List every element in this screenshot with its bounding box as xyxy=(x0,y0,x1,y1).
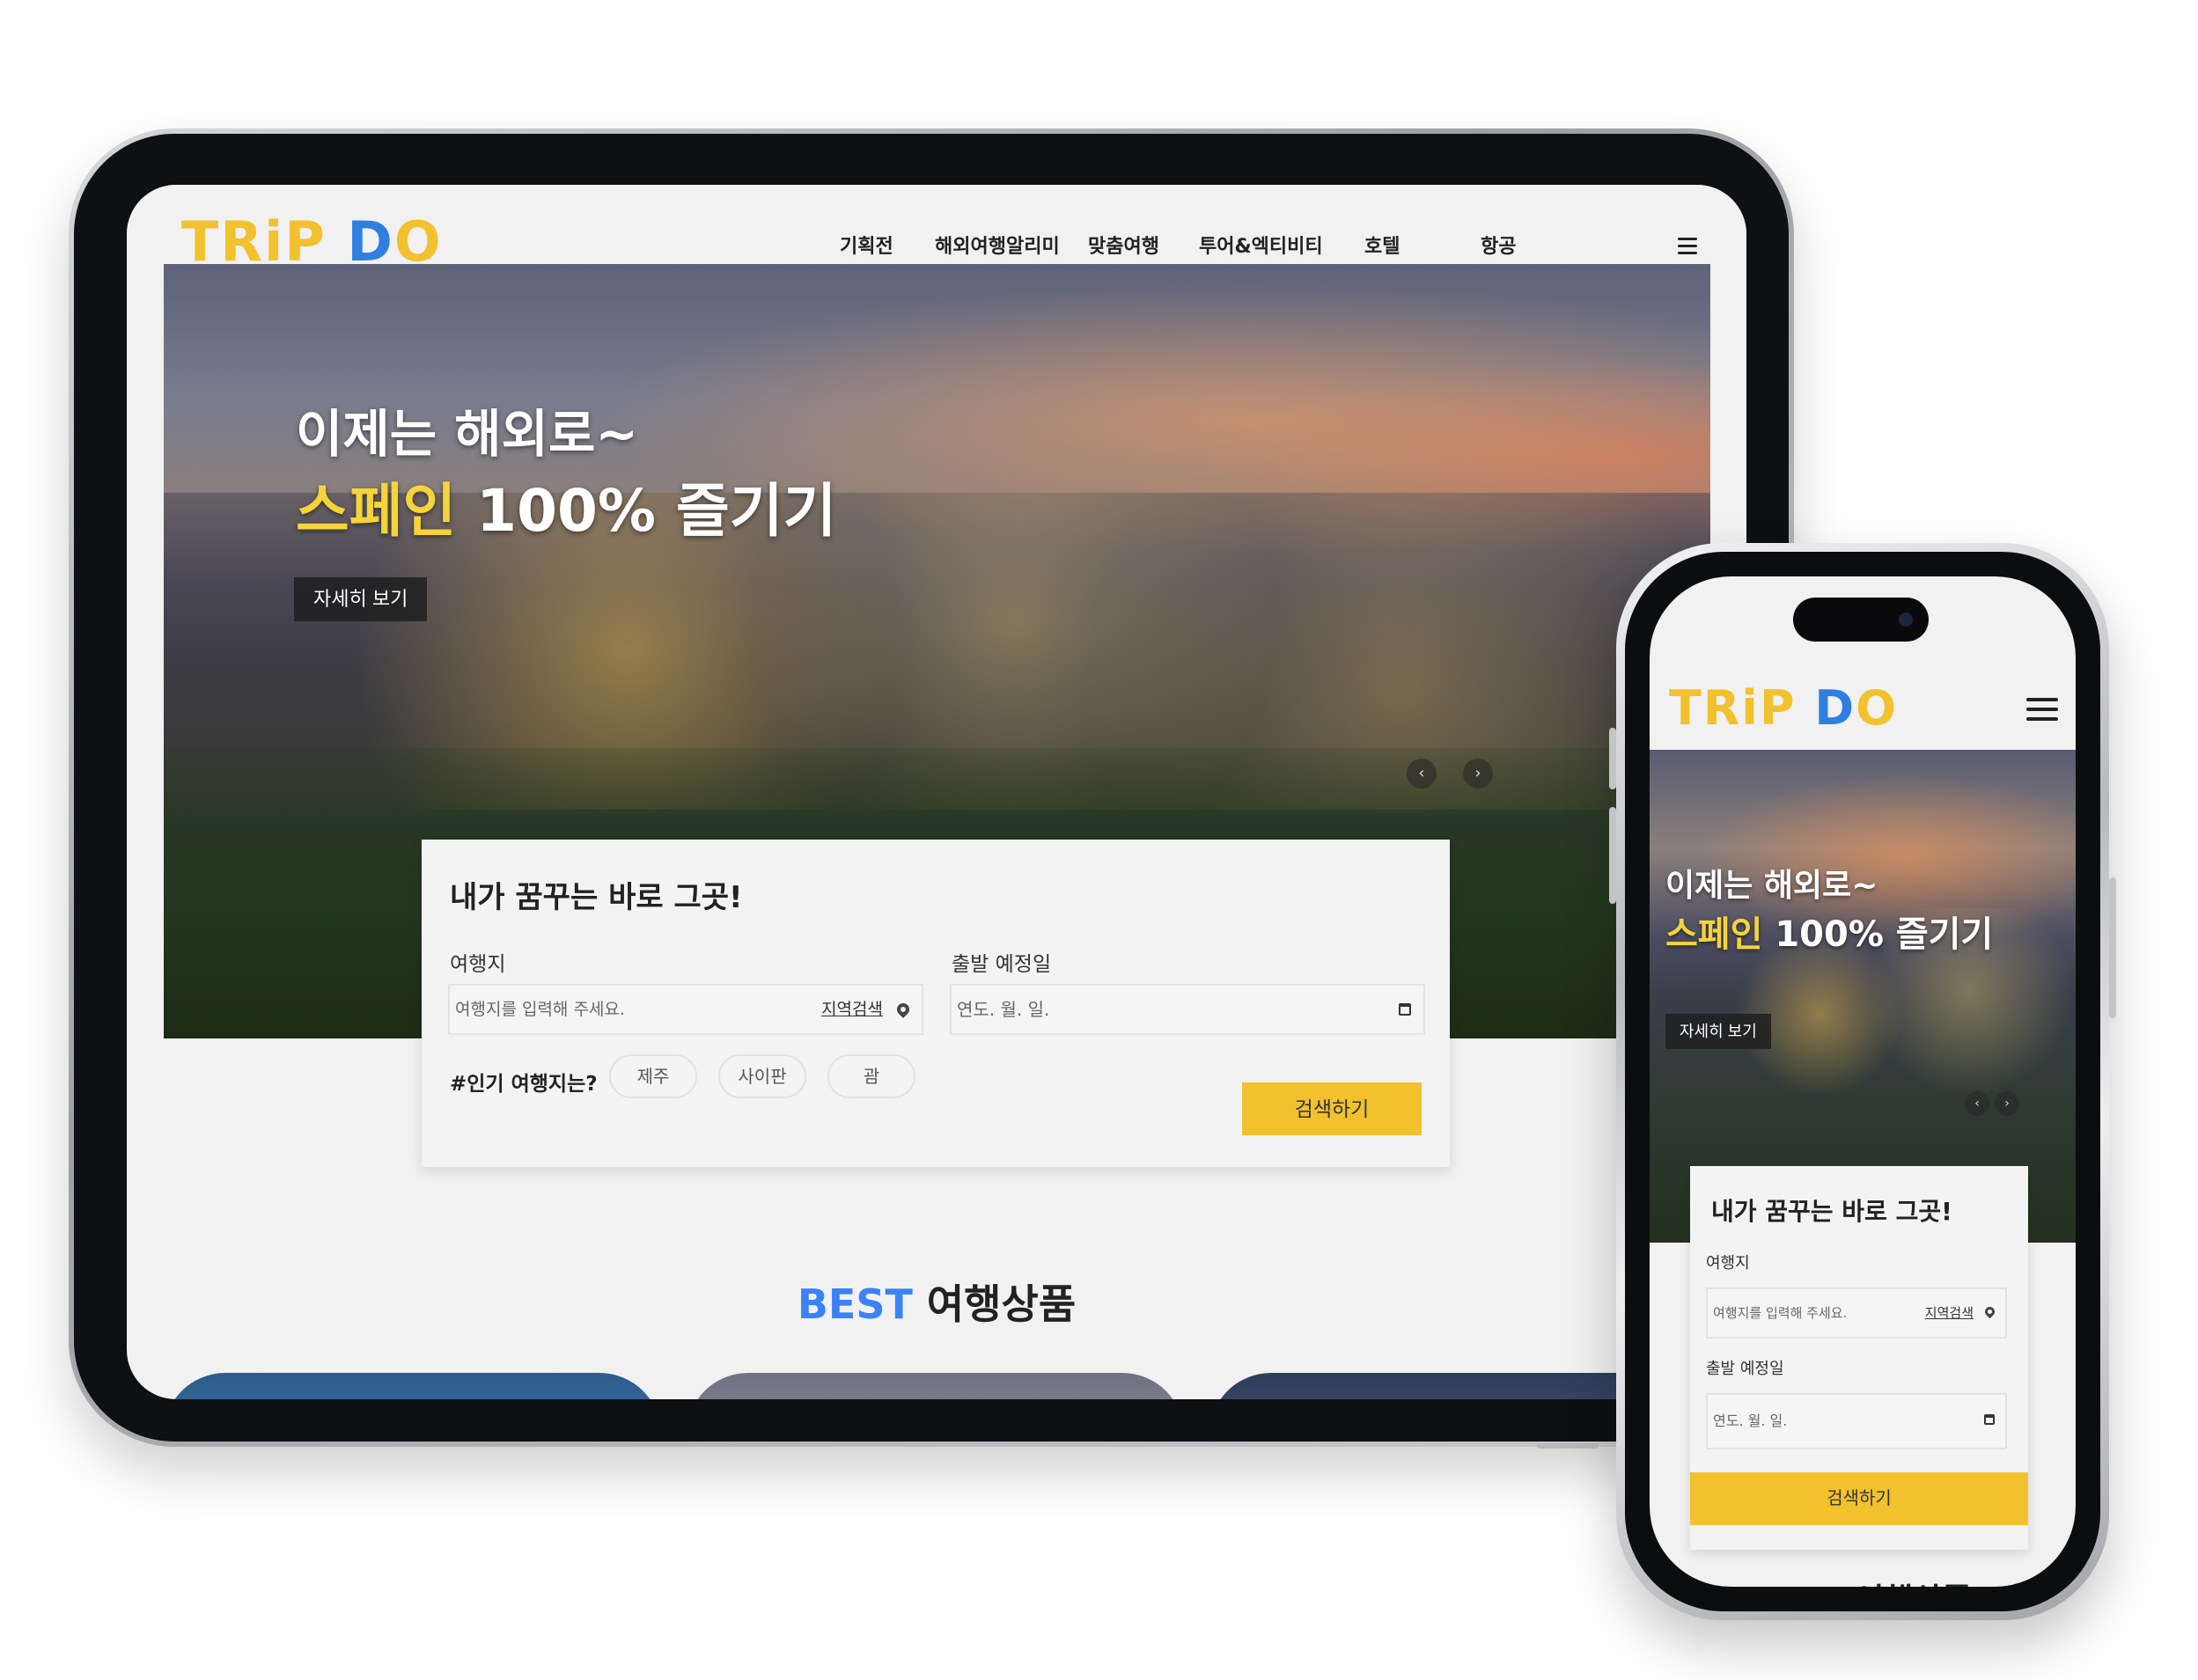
hero-line-2-rest: 100% 즐기기 xyxy=(1762,914,1994,955)
chevron-left-icon[interactable]: ‹ xyxy=(1965,1091,1989,1116)
destination-placeholder: 여행지를 입력해 주세요. xyxy=(455,1000,625,1019)
product-card[interactable] xyxy=(164,1373,661,1399)
tablet-device: TRiP DO 기획전 해외여행알리미 맞춤여행 투어&엑티비티 호텔 항공 이… xyxy=(69,128,1794,1449)
departure-date-label: 출발 예정일 xyxy=(952,953,1052,976)
tablet-side-button xyxy=(1537,1443,1599,1449)
more-details-button[interactable]: 자세히 보기 xyxy=(1665,1014,1771,1049)
hero-headline: 이제는 해외로~ 스페인 100% 즐기기 xyxy=(296,396,836,551)
site-header: TRiP DO 기획전 해외여행알리미 맞춤여행 투어&엑티비티 호텔 항공 xyxy=(127,185,1746,274)
dynamic-island xyxy=(1793,598,1929,642)
search-panel: 내가 꿈꾸는 바로 그곳! 여행지 출발 예정일 여행지를 입력해 주세요. 지… xyxy=(422,840,1450,1167)
best-highlight: BEST xyxy=(797,1280,913,1328)
phone-screen: TRiP DO 이제는 해외로~ 스페인 100% 즐기기 자세히 보기 ‹ ›… xyxy=(1650,576,2076,1587)
destination-label: 여행지 xyxy=(1706,1254,1750,1273)
hero-line-2: 스페인 100% 즐기기 xyxy=(296,472,836,551)
location-pin-icon[interactable] xyxy=(1982,1304,1997,1319)
logo-text: TR xyxy=(1669,680,1742,736)
nav-item-travel-alert[interactable]: 해외여행알리미 xyxy=(935,231,1088,266)
best-products-heading: BEST 여행상품 xyxy=(1650,1574,2076,1587)
tablet-screen: TRiP DO 기획전 해외여행알리미 맞춤여행 투어&엑티비티 호텔 항공 이… xyxy=(127,185,1746,1399)
date-placeholder: 연도. 월. 일. xyxy=(1713,1412,1788,1429)
calendar-icon[interactable] xyxy=(1984,1414,1995,1425)
hero-line-1: 이제는 해외로~ xyxy=(1665,868,1878,904)
region-search-link[interactable]: 지역검색 xyxy=(821,986,883,1033)
popular-chip-guam[interactable]: 괌 xyxy=(827,1054,915,1098)
search-title: 내가 꿈꾸는 바로 그곳! xyxy=(1711,1197,1952,1226)
best-rest: 여행상품 xyxy=(912,1280,1077,1328)
logo-plane-icon: D xyxy=(1814,680,1856,736)
popular-destinations-label: #인기 여행지는? xyxy=(450,1073,598,1096)
best-products-heading: BEST 여행상품 xyxy=(127,1273,1746,1331)
destination-placeholder: 여행지를 입력해 주세요. xyxy=(1713,1305,1848,1321)
best-rest: 여행상품 xyxy=(1844,1582,1971,1587)
best-highlight: BEST xyxy=(1753,1582,1844,1587)
departure-date-input[interactable]: 연도. 월. 일. xyxy=(1706,1393,2007,1449)
hero-highlight: 스페인 xyxy=(296,477,457,545)
nav-item-flight[interactable]: 항공 xyxy=(1481,231,1533,266)
mockup-stage: TRiP DO 기획전 해외여행알리미 맞춤여행 투어&엑티비티 호텔 항공 이… xyxy=(0,0,2198,1680)
destination-label: 여행지 xyxy=(450,953,506,976)
chevron-right-icon[interactable]: › xyxy=(1995,1091,2019,1116)
departure-date-label: 출발 예정일 xyxy=(1706,1360,1784,1378)
tablet-bezel: TRiP DO 기획전 해외여행알리미 맞춤여행 투어&엑티비티 호텔 항공 이… xyxy=(74,134,1789,1442)
hero-line-2: 스페인 100% 즐기기 xyxy=(1665,908,1993,961)
nav-item-exhibition[interactable]: 기획전 xyxy=(840,231,935,266)
hero-headline: 이제는 해외로~ 스페인 100% 즐기기 xyxy=(1665,864,1993,961)
phone-volume-button xyxy=(1609,807,1616,904)
logo-text: P xyxy=(1759,680,1815,736)
popular-chip-saipan[interactable]: 사이판 xyxy=(718,1054,806,1098)
departure-date-input[interactable]: 연도. 월. 일. xyxy=(950,984,1425,1035)
search-button[interactable]: 검색하기 xyxy=(1690,1472,2028,1525)
hero-line-1: 이제는 해외로~ xyxy=(296,404,638,464)
site-logo[interactable]: TRiP DO xyxy=(1669,680,1898,736)
search-panel: 내가 꿈꾸는 바로 그곳! 여행지 여행지를 입력해 주세요. 지역검색 출발 … xyxy=(1690,1166,2028,1550)
product-card[interactable] xyxy=(687,1373,1184,1399)
nav-item-hotel[interactable]: 호텔 xyxy=(1364,231,1481,266)
phone-power-button xyxy=(2109,877,2116,1018)
nav-item-tour-activity[interactable]: 투어&엑티비티 xyxy=(1199,231,1364,266)
location-pin-icon[interactable] xyxy=(894,1001,912,1018)
main-nav: 기획전 해외여행알리미 맞춤여행 투어&엑티비티 호텔 항공 xyxy=(840,231,1533,266)
region-search-link[interactable]: 지역검색 xyxy=(1925,1289,1974,1337)
more-details-button[interactable]: 자세히 보기 xyxy=(294,577,428,621)
phone-volume-button xyxy=(1609,728,1616,789)
logo-pin-icon: i xyxy=(1741,680,1760,736)
phone-bezel: TRiP DO 이제는 해외로~ 스페인 100% 즐기기 자세히 보기 ‹ ›… xyxy=(1625,552,2100,1611)
logo-text: O xyxy=(1856,680,1899,736)
chevron-left-icon[interactable]: ‹ xyxy=(1407,759,1437,789)
phone-device: TRiP DO 이제는 해외로~ 스페인 100% 즐기기 자세히 보기 ‹ ›… xyxy=(1609,543,2116,1620)
search-button[interactable]: 검색하기 xyxy=(1242,1082,1422,1135)
popular-chip-jeju[interactable]: 제주 xyxy=(609,1054,697,1098)
calendar-icon[interactable] xyxy=(1399,1003,1411,1016)
hamburger-icon[interactable] xyxy=(1678,238,1697,254)
chevron-right-icon[interactable]: › xyxy=(1463,759,1493,789)
hero-line-2-rest: 100% 즐기기 xyxy=(456,477,837,545)
search-title: 내가 꿈꾸는 바로 그곳! xyxy=(450,880,743,915)
nav-item-custom-travel[interactable]: 맞춤여행 xyxy=(1088,231,1199,266)
hamburger-icon[interactable] xyxy=(2026,698,2058,723)
hero-highlight: 스페인 xyxy=(1665,914,1763,955)
camera-lens xyxy=(1899,613,1913,627)
date-placeholder: 연도. 월. 일. xyxy=(957,999,1050,1020)
destination-input[interactable]: 여행지를 입력해 주세요. 지역검색 xyxy=(1706,1288,2007,1339)
destination-input[interactable]: 여행지를 입력해 주세요. 지역검색 xyxy=(448,984,923,1035)
